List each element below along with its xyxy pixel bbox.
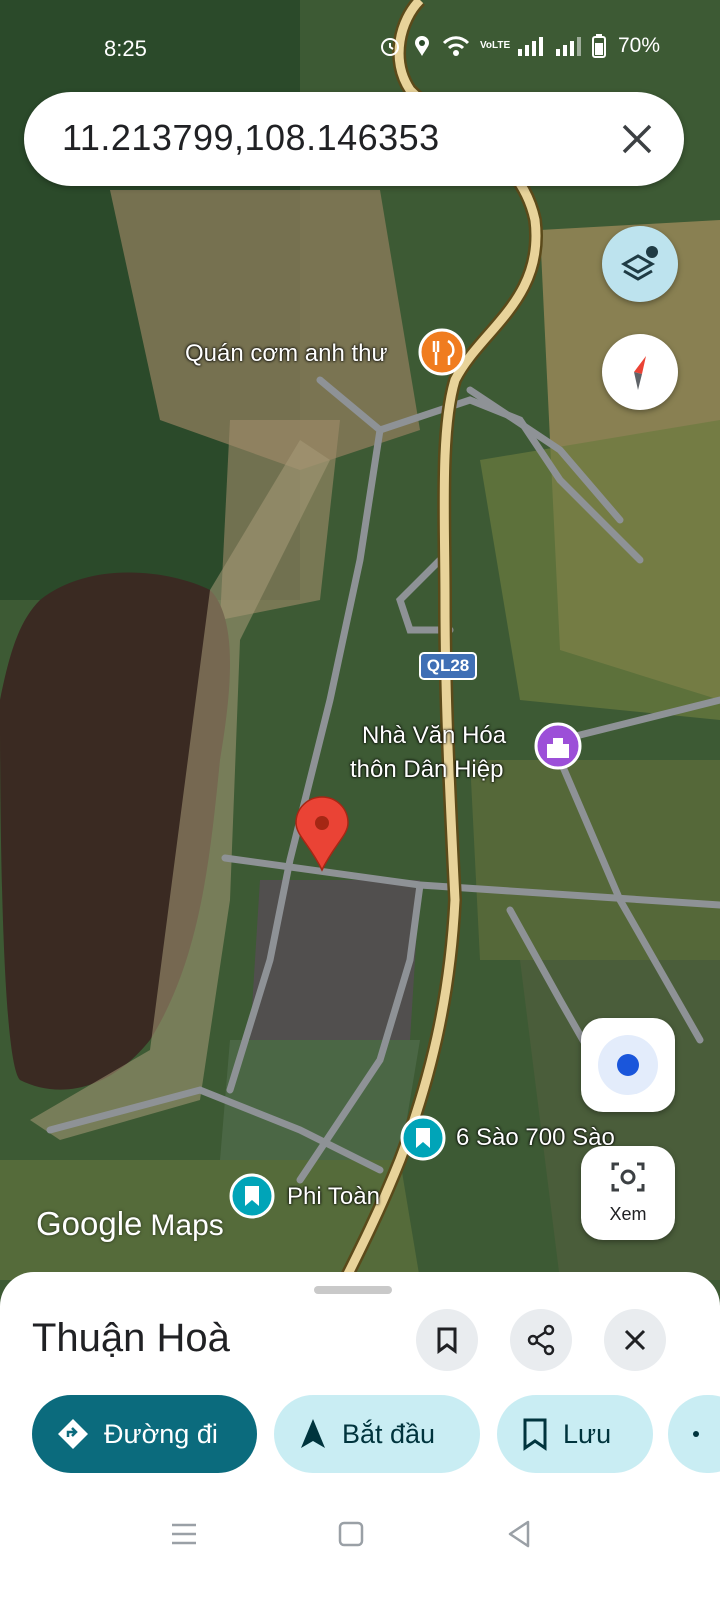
- share-button[interactable]: [510, 1309, 572, 1371]
- directions-button[interactable]: Đường đi: [32, 1395, 257, 1473]
- map-label-cultural-house-line2[interactable]: thôn Dân Hiệp: [350, 756, 503, 784]
- map-label-poi-2[interactable]: Phi Toàn: [287, 1183, 380, 1211]
- close-sheet-button[interactable]: [604, 1309, 666, 1371]
- sheet-drag-handle[interactable]: [314, 1286, 392, 1294]
- status-time: 8:25: [104, 36, 147, 61]
- layers-button[interactable]: [602, 226, 678, 302]
- wifi-icon: [442, 36, 470, 56]
- start-label: Bắt đầu: [342, 1418, 436, 1449]
- volte-icon: VoLTE: [479, 40, 511, 51]
- my-location-button[interactable]: [581, 1018, 675, 1112]
- directions-icon: [58, 1419, 88, 1449]
- map-label-cultural-house-line1[interactable]: Nhà Văn Hóa: [362, 722, 506, 750]
- my-location-icon: [598, 1035, 658, 1095]
- more-actions-chip[interactable]: [668, 1395, 720, 1473]
- status-bar: 8:25 VoLTE 70%: [0, 30, 720, 70]
- maps-logo-text: Maps: [150, 1209, 224, 1242]
- google-logo-text: Google: [36, 1205, 143, 1242]
- battery-percent: 70%: [617, 34, 660, 57]
- bookmark-icon: [437, 1327, 457, 1354]
- close-icon[interactable]: [616, 118, 658, 160]
- signal-icon: [517, 37, 543, 56]
- bookmark-icon: [523, 1418, 547, 1451]
- save-button[interactable]: Lưu: [497, 1395, 653, 1473]
- menu-icon[interactable]: [164, 1514, 204, 1554]
- place-title: Thuận Hoà: [32, 1316, 230, 1360]
- system-nav-bar: [0, 1480, 720, 1600]
- save-icon-button[interactable]: [416, 1309, 478, 1371]
- search-bar[interactable]: 11.213799,108.146353: [24, 92, 684, 186]
- search-input[interactable]: 11.213799,108.146353: [62, 117, 440, 159]
- start-button[interactable]: Bắt đầu: [274, 1395, 480, 1473]
- back-icon[interactable]: [500, 1514, 540, 1554]
- layers-icon: [620, 246, 658, 281]
- highway-shield-label: QL28: [426, 656, 470, 675]
- location-icon: [414, 36, 429, 56]
- navigation-arrow-icon: [301, 1419, 325, 1448]
- view-button[interactable]: Xem: [581, 1146, 675, 1240]
- share-icon: [527, 1324, 555, 1356]
- view-button-label: Xem: [609, 1204, 647, 1224]
- home-icon[interactable]: [331, 1514, 371, 1554]
- save-label: Lưu: [563, 1418, 612, 1449]
- alarm-icon: [380, 38, 399, 56]
- google-maps-logo: Google Maps: [36, 1205, 224, 1243]
- compass-button[interactable]: [602, 334, 678, 410]
- signal-icon-2: [555, 37, 581, 56]
- close-icon: [624, 1329, 646, 1351]
- compass-icon: [634, 356, 646, 390]
- map-label-restaurant[interactable]: Quán cơm anh thư: [185, 340, 388, 368]
- camera-scan-icon: [611, 1162, 645, 1192]
- battery-icon: [591, 34, 606, 58]
- more-icon: [693, 1431, 699, 1437]
- status-icons: VoLTE 70%: [378, 34, 660, 58]
- directions-label: Đường đi: [104, 1418, 218, 1449]
